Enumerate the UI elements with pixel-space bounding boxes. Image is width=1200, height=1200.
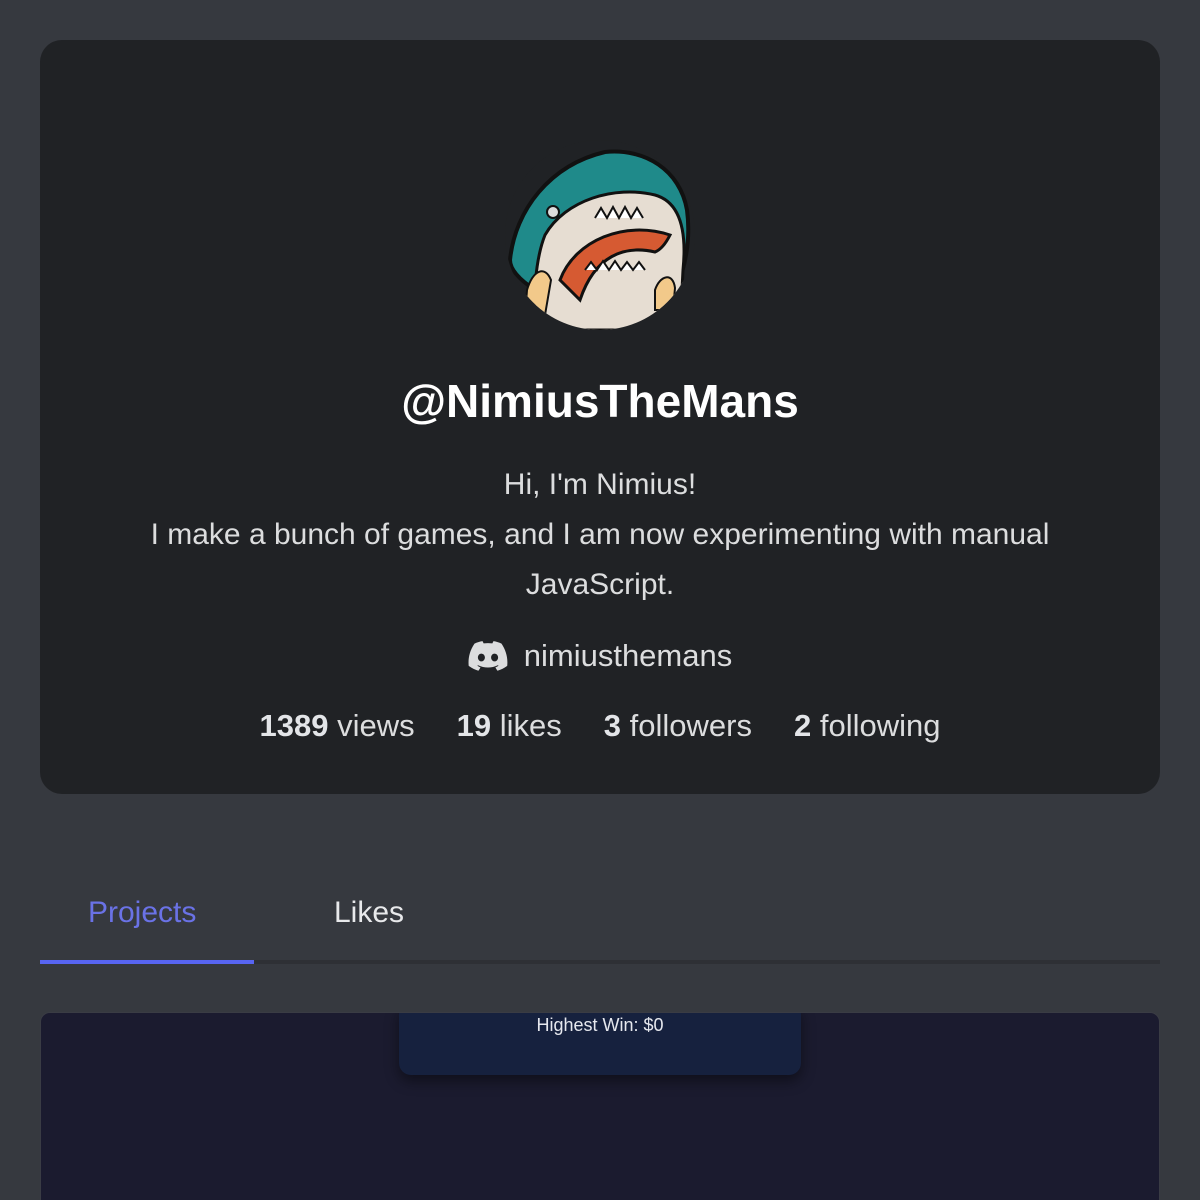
username: @NimiusTheMans (401, 375, 799, 427)
stat-followers-count: 3 (603, 708, 622, 743)
bio-line: Hi, I'm Nimius! (503, 468, 697, 501)
bio-line: I make a bunch of games, and I am now ex… (150, 518, 1050, 551)
profile-stats: 1389 views 19 likes 3 followers 2 follow… (0, 708, 1200, 744)
stat-views-count: 1389 (259, 708, 329, 743)
tab-projects[interactable]: Projects (88, 896, 196, 930)
stat-following-count: 2 (793, 708, 812, 743)
highest-win-text: Highest Win: $0 (536, 1015, 664, 1035)
avatar (505, 140, 695, 330)
bio: Hi, I'm Nimius! I make a bunch of games,… (110, 460, 1090, 610)
stat-followers-label: followers (629, 708, 752, 743)
stat-followers[interactable]: 3 followers (604, 708, 752, 744)
profile-tabs: Projects Likes (40, 880, 1160, 964)
shark-avatar-icon (505, 140, 695, 330)
stat-likes-label: likes (499, 708, 562, 743)
discord-handle: nimiusthemans (523, 638, 733, 673)
profile-page: @NimiusTheMans Hi, I'm Nimius! I make a … (0, 0, 1200, 1200)
stat-following[interactable]: 2 following (794, 708, 941, 744)
active-tab-indicator (40, 960, 254, 964)
stat-likes-count: 19 (456, 708, 492, 743)
discord-icon (468, 641, 508, 671)
stat-following-label: following (819, 708, 941, 743)
bio-line: JavaScript. (525, 568, 675, 601)
stat-likes: 19 likes (457, 708, 562, 744)
discord-link[interactable]: nimiusthemans (0, 638, 1200, 674)
tab-likes[interactable]: Likes (334, 896, 404, 930)
project-card[interactable]: Highest Win: $0 (40, 1012, 1160, 1200)
stat-views-label: views (337, 708, 415, 743)
highest-win-panel: Highest Win: $0 (399, 1013, 801, 1075)
stat-views: 1389 views (260, 708, 415, 744)
